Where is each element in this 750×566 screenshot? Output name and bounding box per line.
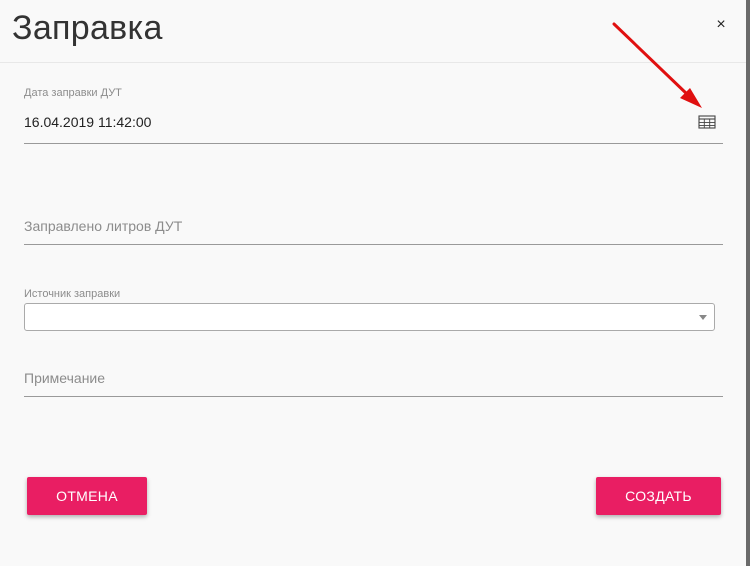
refuel-dialog: Заправка × Дата заправки ДУТ 16.04.2019 … — [0, 0, 746, 566]
annotation-arrow-icon — [612, 22, 702, 108]
create-button[interactable]: СОЗДАТЬ — [596, 477, 721, 515]
note-field-input[interactable]: Примечание — [24, 370, 105, 386]
source-field-label: Источник заправки — [24, 288, 121, 300]
cancel-button[interactable]: ОТМЕНА — [27, 477, 147, 515]
note-field-underline — [24, 396, 723, 397]
chevron-down-icon — [699, 315, 707, 320]
date-field-input[interactable]: 16.04.2019 11:42:00 — [24, 114, 151, 130]
header-divider — [0, 62, 746, 63]
background-strip — [746, 0, 750, 566]
date-field-underline — [24, 143, 723, 144]
source-select[interactable] — [24, 303, 715, 331]
date-field-label: Дата заправки ДУТ — [24, 87, 122, 99]
dialog-title: Заправка — [12, 9, 163, 47]
calendar-icon[interactable] — [698, 114, 716, 129]
close-button[interactable]: × — [712, 15, 730, 35]
liters-field-underline — [24, 244, 723, 245]
liters-field-input[interactable]: Заправлено литров ДУТ — [24, 218, 182, 234]
